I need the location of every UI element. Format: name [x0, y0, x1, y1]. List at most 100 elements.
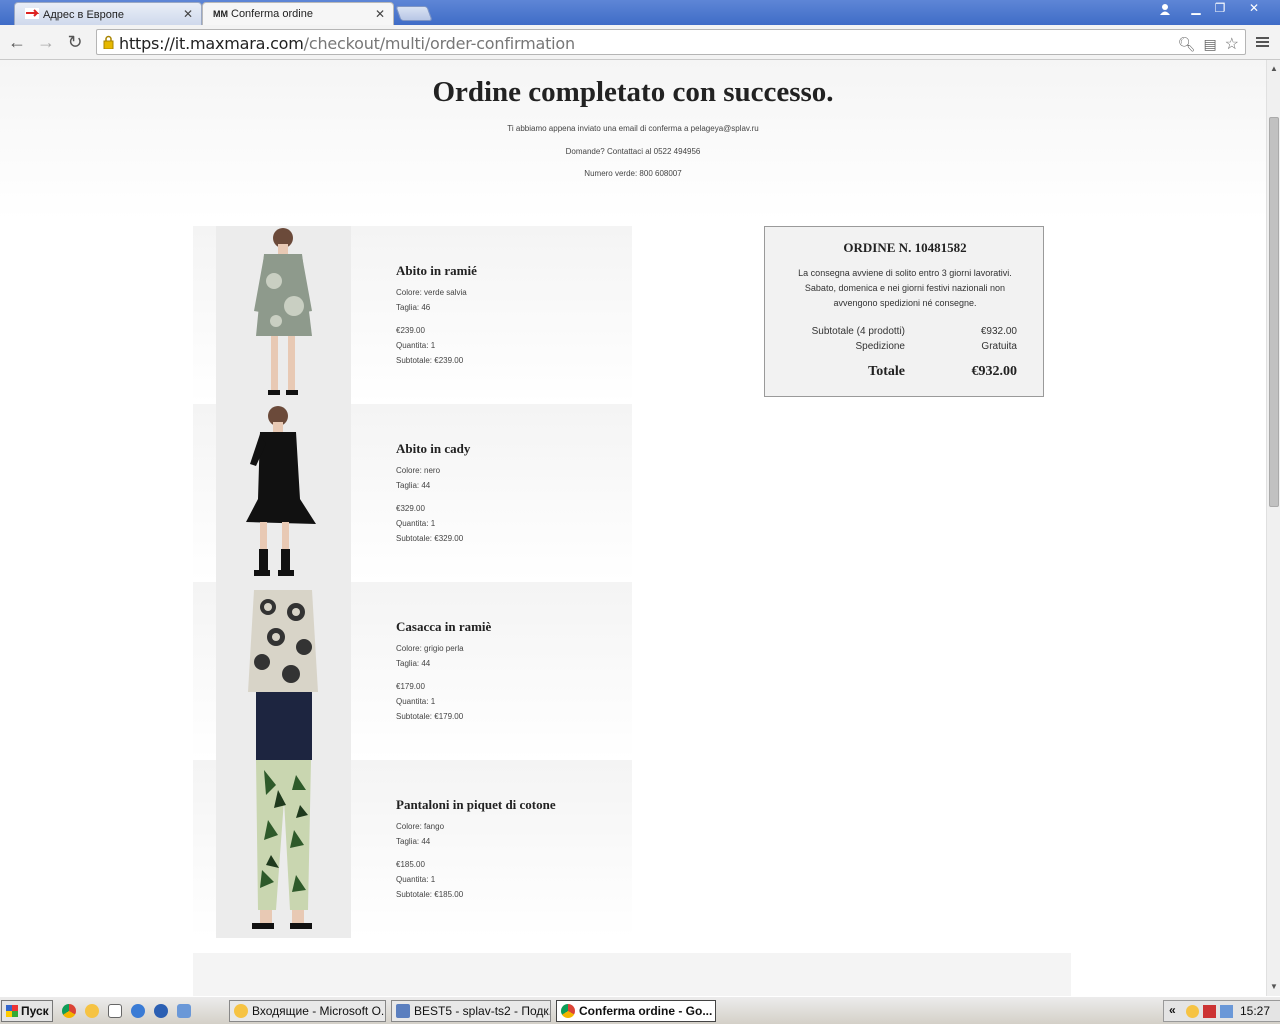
taskbar-window-label: Входящие - Microsoft O...	[252, 1004, 386, 1018]
lock-icon	[103, 35, 114, 50]
close-window-icon[interactable]: ✕	[1241, 0, 1267, 18]
forward-arrow-icon[interactable]: →	[35, 31, 57, 53]
product-color: Colore: fango	[396, 822, 445, 831]
order-item: Abito in ramié Colore: verde salvia Tagl…	[193, 226, 632, 404]
product-size: Taglia: 44	[396, 837, 431, 846]
contact-phone: Domande? Contattaci al 0522 494956	[565, 147, 701, 156]
new-tab-button[interactable]	[395, 6, 433, 21]
tab-label: Conferma ordine	[231, 8, 313, 20]
product-size: Taglia: 46	[396, 303, 431, 312]
tray-network-icon[interactable]	[1220, 1005, 1233, 1018]
product-color: Colore: grigio perla	[396, 644, 464, 653]
taskbar-window-label: Conferma ordine - Go...	[579, 1004, 713, 1018]
tray-expand-icon[interactable]: «	[1169, 1003, 1176, 1017]
scroll-up-arrow-icon[interactable]: ▲	[1267, 62, 1280, 76]
chrome-menu-icon[interactable]	[1254, 32, 1272, 52]
scroll-down-arrow-icon[interactable]: ▼	[1267, 980, 1280, 994]
scrollbar-thumb[interactable]	[1269, 117, 1279, 507]
confirmation-header: Ordine completato con successo. Ti abbia…	[0, 60, 1266, 220]
system-tray: « 15:27	[1163, 1000, 1280, 1022]
product-price: €179.00	[396, 682, 425, 691]
tab-label: Адрес в Европе	[43, 9, 124, 21]
product-image[interactable]	[216, 226, 351, 404]
product-size: Taglia: 44	[396, 659, 431, 668]
total-value: €932.00	[971, 364, 1018, 379]
tab-adres-v-evrope[interactable]: Адрес в Европе ✕	[14, 2, 202, 25]
mm-favicon-icon: MM	[213, 9, 228, 19]
explorer-quicklaunch-icon[interactable]	[177, 1004, 191, 1018]
product-image[interactable]	[216, 582, 351, 760]
order-item: Abito in cady Colore: nero Taglia: 44 €3…	[193, 404, 632, 582]
email-confirmation-note: Ti abbiamo appena inviato una email di c…	[507, 124, 759, 133]
product-image[interactable]	[216, 404, 351, 582]
browser-tabstrip: Адрес в Европе ✕ MM Conferma ordine ✕ ▁ ❐…	[0, 0, 1280, 25]
tray-security-icon[interactable]	[1203, 1005, 1216, 1018]
tray-app-icon[interactable]	[1186, 1005, 1199, 1018]
windows-flag-icon	[6, 1005, 18, 1017]
product-color: Colore: nero	[396, 466, 441, 475]
user-profile-icon[interactable]	[1152, 0, 1178, 18]
zoom-icon[interactable]: 🔍︎	[1178, 36, 1196, 52]
chrome-quicklaunch-icon[interactable]	[62, 1004, 76, 1018]
red-plane-favicon-icon	[25, 8, 40, 19]
taskbar-window-remote-desktop[interactable]: BEST5 - splav-ts2 - Подк...	[391, 1000, 551, 1022]
product-price: €239.00	[396, 326, 425, 335]
bookmark-star-icon[interactable]: ☆	[1225, 36, 1239, 53]
page-content: Ordine completato con successo. Ti abbia…	[0, 60, 1266, 996]
product-quantity: Quantita: 1	[396, 875, 436, 884]
outlook-quicklaunch-icon[interactable]	[85, 1004, 99, 1018]
product-quantity: Quantita: 1	[396, 341, 436, 350]
address-bar[interactable]: https://it.maxmara.com/checkout/multi/or…	[96, 29, 1246, 55]
translate-icon[interactable]: ▤	[1204, 36, 1217, 52]
media-player-icon[interactable]	[154, 1004, 168, 1018]
page-scrollbar[interactable]: ▲ ▼	[1266, 60, 1280, 996]
taskbar-window-chrome[interactable]: Conferma ordine - Go...	[556, 1000, 716, 1022]
start-button[interactable]: Пуск	[1, 1000, 53, 1022]
product-size: Taglia: 44	[396, 481, 431, 490]
close-tab-icon[interactable]: ✕	[183, 7, 193, 21]
product-name[interactable]: Casacca in ramiè	[396, 619, 491, 635]
taskbar-window-outlook[interactable]: Входящие - Microsoft O...	[229, 1000, 386, 1022]
omnibox-actions: 🔍︎ ▤ ☆	[1178, 34, 1239, 54]
url-path: /checkout/multi/order-confirmation	[303, 34, 575, 53]
toll-free-number: Numero verde: 800 608007	[584, 169, 682, 178]
page-title: Ordine completato con successo.	[432, 76, 834, 108]
minimize-icon[interactable]: ▁	[1183, 0, 1209, 18]
product-subtotal: Subtotale: €329.00	[396, 534, 464, 543]
product-name[interactable]: Abito in cady	[396, 441, 470, 457]
product-quantity: Quantita: 1	[396, 519, 436, 528]
product-subtotal: Subtotale: €185.00	[396, 890, 464, 899]
product-image[interactable]	[216, 760, 351, 938]
internet-explorer-icon[interactable]	[131, 1004, 145, 1018]
notepad-quicklaunch-icon[interactable]	[108, 1004, 122, 1018]
order-item: Casacca in ramiè Colore: grigio perla Ta…	[193, 582, 632, 760]
remote-desktop-icon	[396, 1004, 410, 1018]
subtotal-label: Subtotale (4 prodotti)	[811, 326, 905, 337]
back-arrow-icon[interactable]: ←	[6, 31, 28, 53]
chrome-icon	[561, 1004, 575, 1018]
restore-icon[interactable]: ❐	[1207, 0, 1233, 18]
product-name[interactable]: Abito in ramié	[396, 263, 477, 279]
url-host: https://it.maxmara.com	[119, 34, 304, 53]
browser-toolbar: ← → ↻ https://it.maxmara.com/checkout/mu…	[0, 25, 1280, 60]
outlook-icon	[234, 1004, 248, 1018]
shipping-value: Gratuita	[981, 341, 1017, 352]
product-name[interactable]: Pantaloni in piquet di cotone	[396, 797, 556, 813]
url-text: https://it.maxmara.com/checkout/multi/or…	[119, 34, 575, 53]
shipping-label: Spedizione	[855, 341, 905, 352]
taskbar-window-label: BEST5 - splav-ts2 - Подк...	[414, 1004, 551, 1018]
footer-section	[193, 953, 1071, 996]
reload-icon[interactable]: ↻	[64, 31, 86, 53]
delivery-note: La consegna avviene di solito entro 3 gi…	[798, 268, 1012, 308]
product-subtotal: Subtotale: €239.00	[396, 356, 464, 365]
tab-conferma-ordine[interactable]: MM Conferma ordine ✕	[202, 2, 394, 25]
total-label: Totale	[868, 364, 905, 379]
order-item: Pantaloni in piquet di cotone Colore: fa…	[193, 760, 632, 938]
product-quantity: Quantita: 1	[396, 697, 436, 706]
close-tab-icon[interactable]: ✕	[375, 7, 385, 21]
windows-taskbar: Пуск Входящие - Microsoft O... BEST5 - s…	[0, 996, 1280, 1024]
product-subtotal: Subtotale: €179.00	[396, 712, 464, 721]
product-color: Colore: verde salvia	[396, 288, 467, 297]
order-summary: ORDINE N. 10481582 La consegna avviene d…	[764, 226, 1044, 397]
product-price: €185.00	[396, 860, 425, 869]
